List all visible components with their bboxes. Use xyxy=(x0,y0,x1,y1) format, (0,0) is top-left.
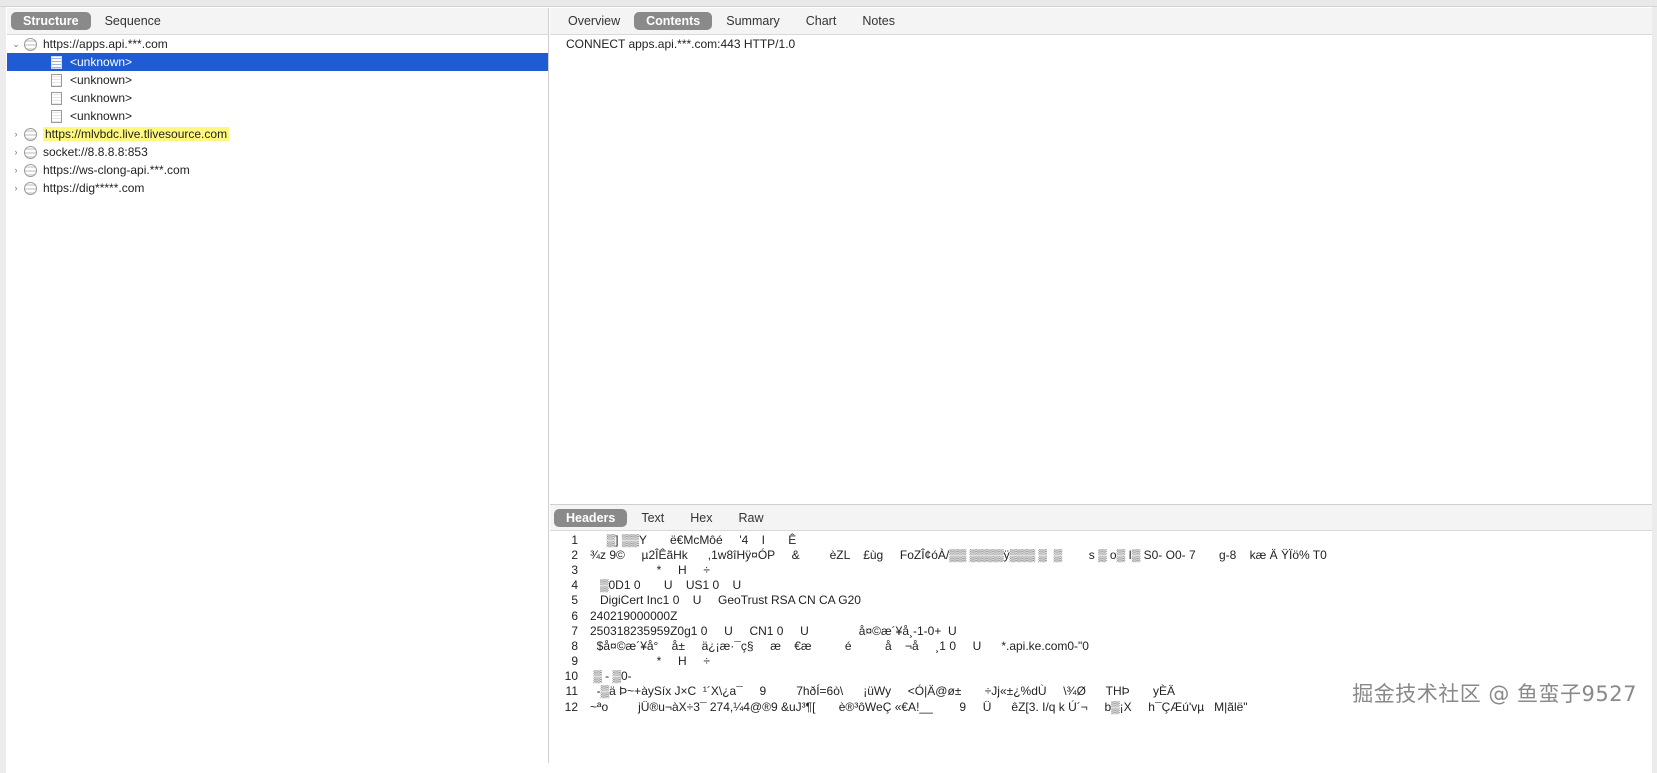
line-text: 240219000000Z xyxy=(590,608,678,623)
tree-request-row[interactable]: <unknown> xyxy=(7,89,548,107)
tree-host-row[interactable]: › https://mlvbdc.live.tlivesource.com xyxy=(7,125,548,143)
tree-row-label: https://ws-clong-api.***.com xyxy=(43,163,190,177)
tree-host-row[interactable]: ⌄ https://apps.api.***.com xyxy=(7,35,548,53)
content-line: 3 * H ÷ xyxy=(550,562,1652,577)
tree-host-row[interactable]: › https://dig*****.com xyxy=(7,179,548,197)
line-text: ▒0D1 0 U US1 0 U xyxy=(590,578,742,593)
sequence-tab[interactable]: Sequence xyxy=(93,12,173,30)
detail-pane: Overview Contents Summary Chart Notes CONNEC… xyxy=(550,8,1652,763)
line-text: 250318235959Z0g1 0 U CN1 0 U å¤©æ´¥å¸-1-… xyxy=(590,623,957,638)
tree-row-label: <unknown> xyxy=(70,73,133,87)
window-left-edge xyxy=(0,7,6,773)
host-icon xyxy=(24,127,37,141)
content-line: 5 DigiCert Inc1 0 U GeoTrust RSA CN CA G… xyxy=(550,593,1652,608)
chevron-right-icon[interactable]: › xyxy=(11,147,21,157)
window-top-edge xyxy=(0,0,1657,7)
content-line: 4 ▒0D1 0 U US1 0 U xyxy=(550,578,1652,593)
line-number: 6 xyxy=(571,608,578,623)
tree-request-row[interactable]: <unknown> xyxy=(7,71,548,89)
tree-request-row[interactable]: <unknown> xyxy=(7,107,548,125)
line-text: DigiCert Inc1 0 U GeoTrust RSA CN CA G20 xyxy=(590,593,861,608)
tab-chart[interactable]: Chart xyxy=(794,12,849,30)
tree-row-label: https://apps.api.***.com xyxy=(43,37,168,51)
watermark-text: 掘金技术社区 @ 鱼蛮子9527 xyxy=(1352,682,1637,706)
chevron-down-icon[interactable]: ⌄ xyxy=(11,39,21,50)
chevron-right-icon[interactable]: › xyxy=(11,165,21,175)
subtab-hex[interactable]: Hex xyxy=(678,509,724,527)
subtab-headers[interactable]: Headers xyxy=(554,508,628,527)
tree-row-label: socket://8.8.8.8:853 xyxy=(43,145,148,159)
line-text: ▒ - ▒0- xyxy=(590,669,632,684)
request-line: CONNECT apps.api.***.com:443 HTTP/1.0 xyxy=(566,37,796,51)
tab-contents[interactable]: Contents xyxy=(634,12,713,30)
line-number: 12 xyxy=(564,699,578,714)
line-number: 4 xyxy=(571,578,578,593)
structure-tab[interactable]: Structure xyxy=(11,12,91,30)
tab-summary[interactable]: Summary xyxy=(714,12,791,30)
content-line: 7 250318235959Z0g1 0 U CN1 0 U å¤©æ´¥å¸-1… xyxy=(550,623,1652,638)
subtab-text[interactable]: Text xyxy=(629,509,676,527)
tree-row-label: <unknown> xyxy=(70,55,133,69)
line-number: 1 xyxy=(571,532,578,547)
host-icon xyxy=(24,181,37,195)
request-doc-icon xyxy=(51,73,62,87)
tree-host-row[interactable]: › https://ws-clong-api.***.com xyxy=(7,161,548,179)
line-text: ¾z 9© µ2ÎÊãHk ,1w8îHÿ¤ÓP & èZL £ùg FoZÎ¢… xyxy=(590,547,1327,562)
content-line: 9 * H ÷ xyxy=(550,654,1652,669)
tab-notes[interactable]: Notes xyxy=(850,12,907,30)
line-number: 10 xyxy=(564,669,578,684)
host-icon xyxy=(24,163,37,177)
line-text: $å¤©æ´¥å° å± ä¿¡æ·¯ç§ æ €æ é å ¬å ¸1 0 U… xyxy=(590,638,1089,653)
tree-row-label: https://mlvbdc.live.tlivesource.com xyxy=(43,127,230,141)
request-doc-icon xyxy=(51,91,62,105)
content-line: 6 240219000000Z xyxy=(550,608,1652,623)
line-number: 3 xyxy=(571,562,578,577)
request-doc-icon xyxy=(51,55,62,69)
tree-row-label: <unknown> xyxy=(70,91,133,105)
host-icon xyxy=(24,37,37,51)
line-text: -▒ä Þ~+àySíx J×C ¹´X\¿a¯ 9 7hðÍ=6ò\ ¡üWy… xyxy=(590,684,1176,699)
view-mode-segmented-control: Structure Sequence xyxy=(7,8,548,35)
detail-tab-bar: Overview Contents Summary Chart Notes xyxy=(550,8,1652,35)
structure-pane: Structure Sequence ⌄ https://apps.api.***… xyxy=(7,8,549,763)
content-line: 2 ¾z 9© µ2ÎÊãHk ,1w8îHÿ¤ÓP & èZL £ùg FoZÎ… xyxy=(550,547,1652,562)
content-line: 1 ▒] ▒▒Y ë€McMôé '4 I Ê xyxy=(550,532,1652,547)
line-number: 8 xyxy=(571,638,578,653)
tab-overview[interactable]: Overview xyxy=(556,12,632,30)
host-tree: ⌄ https://apps.api.***.com <unknown> <unkno… xyxy=(7,35,548,197)
window-right-edge xyxy=(1652,7,1657,773)
subtab-raw[interactable]: Raw xyxy=(727,509,776,527)
request-doc-icon xyxy=(51,109,62,123)
content-line: 8 $å¤©æ´¥å° å± ä¿¡æ·¯ç§ æ €æ é å ¬å ¸1 0… xyxy=(550,638,1652,653)
tree-request-row[interactable]: <unknown> xyxy=(7,53,548,71)
tree-row-label: <unknown> xyxy=(70,109,133,123)
line-number: 11 xyxy=(565,684,578,699)
host-icon xyxy=(24,145,37,159)
line-text: * H ÷ xyxy=(590,562,710,577)
line-number: 7 xyxy=(571,623,578,638)
tree-row-label: https://dig*****.com xyxy=(43,181,145,195)
line-number: 9 xyxy=(571,654,578,669)
line-text: ▒] ▒▒Y ë€McMôé '4 I Ê xyxy=(590,532,797,547)
line-number: 2 xyxy=(571,547,578,562)
chevron-right-icon[interactable]: › xyxy=(11,183,21,193)
content-sub-tab-bar: Headers Text Hex Raw xyxy=(550,505,1652,531)
line-number: 5 xyxy=(571,593,578,608)
line-text: * H ÷ xyxy=(590,654,710,669)
chevron-right-icon[interactable]: › xyxy=(11,129,21,139)
tree-host-row[interactable]: › socket://8.8.8.8:853 xyxy=(7,143,548,161)
line-text: ~ªo jÜ®u¬àX÷3¯ 274,¼4@®9 &uJ³¶[ è®³ôWeÇ … xyxy=(590,699,1248,714)
